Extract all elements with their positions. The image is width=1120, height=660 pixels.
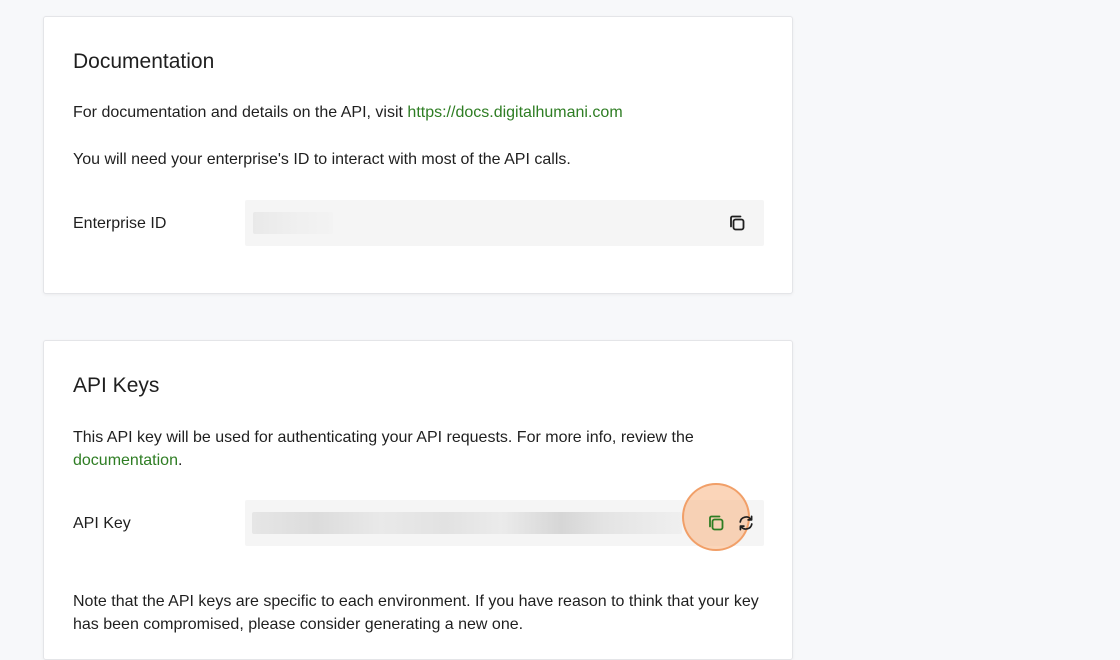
docs-link[interactable]: https://docs.digitalhumani.com: [407, 104, 622, 121]
copy-icon: [709, 515, 724, 531]
documentation-intro: For documentation and details on the API…: [73, 101, 623, 124]
documentation-title: Documentation: [73, 50, 215, 73]
documentation-link[interactable]: documentation: [73, 452, 178, 469]
api-keys-intro: This API key will be used for authentica…: [73, 426, 753, 472]
api-keys-note: Note that the API keys are specific to e…: [73, 590, 759, 636]
api-key-value: [252, 512, 682, 534]
enterprise-id-label: Enterprise ID: [73, 215, 167, 232]
enterprise-note: You will need your enterprise's ID to in…: [73, 151, 571, 168]
regenerate-api-key-button[interactable]: [734, 511, 758, 535]
refresh-icon: [739, 515, 753, 531]
copy-icon: [730, 215, 745, 231]
api-keys-note-line1: Note that the API keys are specific to e…: [73, 593, 759, 610]
api-keys-intro-text: This API key will be used for authentica…: [73, 429, 694, 446]
enterprise-id-value: [253, 212, 333, 234]
documentation-intro-text: For documentation and details on the API…: [73, 104, 408, 121]
copy-api-key-button[interactable]: [704, 511, 728, 535]
api-key-field[interactable]: [245, 483, 764, 551]
api-keys-card: API Keys This API key will be used for a…: [43, 340, 793, 660]
api-keys-note-line2: has been compromised, please consider ge…: [73, 616, 524, 633]
documentation-card: Documentation For documentation and deta…: [43, 16, 793, 294]
api-key-label: API Key: [73, 515, 131, 532]
copy-enterprise-id-button[interactable]: [725, 211, 749, 235]
enterprise-id-field[interactable]: [245, 200, 764, 246]
api-keys-intro-end: .: [177, 452, 183, 469]
api-keys-title: API Keys: [73, 374, 160, 397]
